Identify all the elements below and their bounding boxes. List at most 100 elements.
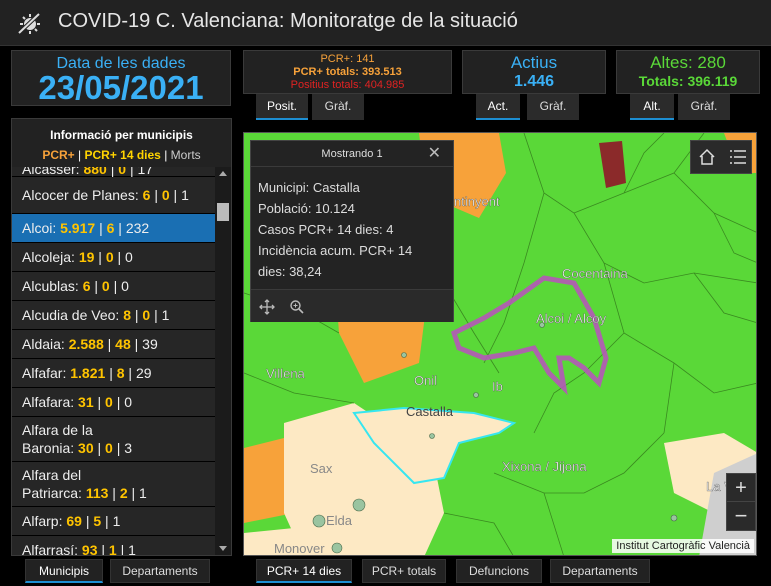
- pcr-daily: PCR+: 141: [320, 53, 375, 65]
- tab-act[interactable]: Act.: [476, 94, 520, 120]
- map-label-elda: Elda: [326, 513, 353, 528]
- municipi-name: Alcoleja:: [22, 249, 75, 265]
- municipi-pcr: 2.588: [68, 336, 104, 352]
- municipi-pcr14: 0: [105, 440, 113, 456]
- tab-departaments-left[interactable]: Departaments: [110, 559, 210, 583]
- municipi-morts: 0: [121, 278, 129, 294]
- municipi-morts: 1: [139, 485, 147, 501]
- map-label-monover: Monover: [274, 541, 325, 556]
- municipis-list[interactable]: Alcasser: 880 | 0 | 17 Alcocer de Planes:…: [12, 167, 215, 555]
- municipi-sep: |: [134, 336, 139, 352]
- municipi-sep: |: [112, 485, 116, 501]
- legend-sep: |: [164, 148, 168, 162]
- municipi-row[interactable]: Alfafar: 1.821 | 8 | 29: [12, 359, 215, 388]
- municipi-pcr14: 5: [93, 513, 102, 529]
- municipi-pcr: 5.917: [60, 220, 96, 236]
- popup-poblacio: Població: 10.124: [258, 201, 355, 216]
- municipis-title: Informació per municipis: [50, 128, 193, 142]
- scroll-thumb[interactable]: [217, 203, 229, 221]
- municipi-pcr: 69: [66, 513, 82, 529]
- municipi-name: Alcoi:: [22, 220, 57, 236]
- municipi-morts: 17: [137, 167, 154, 177]
- tab-defuncions[interactable]: Defuncions: [456, 559, 542, 583]
- home-icon[interactable]: [698, 148, 716, 166]
- virus-slash-icon: [17, 12, 41, 35]
- municipi-sep: |: [116, 394, 121, 410]
- municipi-row[interactable]: Alfara del Patriarca: 113 | 2 | 1: [12, 462, 215, 507]
- map-label-ibi: Ib: [492, 379, 503, 394]
- legend-list-icon[interactable]: [729, 148, 747, 166]
- municipi-row[interactable]: Alcoleja: 19 | 0 | 0: [12, 243, 215, 272]
- municipi-pcr14: 0: [142, 307, 151, 323]
- tab-municipis[interactable]: Municipis: [25, 559, 103, 583]
- municipi-name: Baronia:: [22, 440, 75, 456]
- municipi-sep: |: [116, 440, 121, 456]
- tab-departaments-right[interactable]: Departaments: [550, 559, 650, 583]
- municipi-pcr: 1.821: [70, 365, 106, 381]
- scroll-up-icon[interactable]: [219, 171, 227, 176]
- municipi-row[interactable]: Aldaia: 2.588 | 48 | 39: [12, 330, 215, 359]
- map-toolbar: [690, 140, 752, 174]
- municipi-pcr: 880: [83, 167, 107, 177]
- municipi-sep: |: [105, 513, 109, 529]
- municipi-pcr: 19: [78, 249, 95, 265]
- zoom-in-button[interactable]: +: [727, 474, 755, 502]
- tab-posit[interactable]: Posit.: [256, 94, 308, 120]
- scrollbar[interactable]: [215, 167, 231, 555]
- tab-graf-actius[interactable]: Gràf.: [527, 94, 579, 120]
- map-label-xixona: Xixona / Jijona: [502, 459, 587, 474]
- municipi-row[interactable]: Alcublas: 6 | 0 | 0: [12, 272, 215, 301]
- popup-incidencia-value: dies: 38,24: [258, 264, 322, 279]
- municipi-sep: |: [110, 167, 115, 177]
- municipi-morts: 1: [181, 187, 189, 203]
- municipi-row[interactable]: Alfafara: 31 | 0 | 0: [12, 388, 215, 417]
- map-label-castalla: Castalla: [406, 404, 454, 419]
- tab-graf-pcr[interactable]: Gràf.: [312, 94, 364, 120]
- municipi-sep: |: [94, 278, 99, 294]
- municipi-pcr: 8: [123, 307, 131, 323]
- popup-footer: [251, 289, 453, 322]
- municipi-morts: 29: [135, 365, 152, 381]
- municipi-row[interactable]: Alfarrasí: 93 | 1 | 1: [12, 536, 215, 555]
- municipi-row[interactable]: Alfara de la Baronia: 30 | 0 | 3: [12, 417, 215, 462]
- map-label-villena: Villena: [266, 366, 306, 381]
- municipi-name: Alfarrasí:: [22, 542, 79, 555]
- municipi-morts: 232: [125, 220, 150, 236]
- tab-pcr14[interactable]: PCR+ 14 dies: [256, 559, 352, 583]
- actius-label: Actius: [510, 53, 558, 72]
- zoom-to-icon[interactable]: [289, 299, 305, 315]
- close-icon[interactable]: ✕: [428, 146, 441, 162]
- zoom-out-button[interactable]: −: [727, 503, 755, 531]
- move-icon[interactable]: [259, 299, 275, 315]
- municipi-row[interactable]: Alcasser: 880 | 0 | 17: [12, 167, 215, 177]
- map-label-onil: Onil: [414, 373, 437, 388]
- municipi-sep: |: [173, 187, 178, 203]
- municipi-row[interactable]: Alfarp: 69 | 5 | 1: [12, 507, 215, 536]
- municipi-name-line1: Alfara de la: [22, 422, 93, 438]
- scroll-down-icon[interactable]: [219, 546, 227, 551]
- info-popup: Mostrando 1 ✕ Municipi: Castalla Poblaci…: [250, 140, 454, 322]
- municipi-sep: |: [97, 440, 102, 456]
- map-label-ontinyent: ntinyent: [454, 194, 500, 209]
- map-label-sax: Sax: [310, 461, 333, 476]
- municipi-name: Aldaia:: [22, 336, 65, 352]
- municipis-header: Informació per municipis PCR+ | PCR+ 14 …: [12, 119, 231, 167]
- municipi-morts: 1: [112, 513, 121, 529]
- municipi-row[interactable]: Alcudia de Veo: 8 | 0 | 1: [12, 301, 215, 330]
- municipi-pcr14: 8: [116, 365, 125, 381]
- municipi-row[interactable]: Alcocer de Planes: 6 | 0 | 1: [12, 177, 215, 214]
- tab-pcr-totals[interactable]: PCR+ totals: [362, 559, 446, 583]
- zoom-control: + −: [726, 473, 756, 531]
- altes-panel: Altes: 280 Totals: 396.119: [616, 50, 760, 94]
- municipi-pcr14: 0: [101, 278, 110, 294]
- municipi-pcr14: 0: [105, 249, 114, 265]
- date-value: 23/05/2021: [38, 69, 204, 106]
- municipi-sep: |: [118, 220, 122, 236]
- municipi-name: Patriarca:: [22, 485, 82, 501]
- municipi-row[interactable]: Alcoi: 5.917 | 6 | 232: [12, 214, 215, 243]
- actius-value: 1.446: [513, 73, 555, 90]
- tab-alt[interactable]: Alt.: [630, 94, 674, 120]
- municipi-morts: 3: [124, 440, 133, 456]
- municipi-name: Alcudia de Veo:: [22, 307, 120, 323]
- tab-graf-altes[interactable]: Gràf.: [678, 94, 730, 120]
